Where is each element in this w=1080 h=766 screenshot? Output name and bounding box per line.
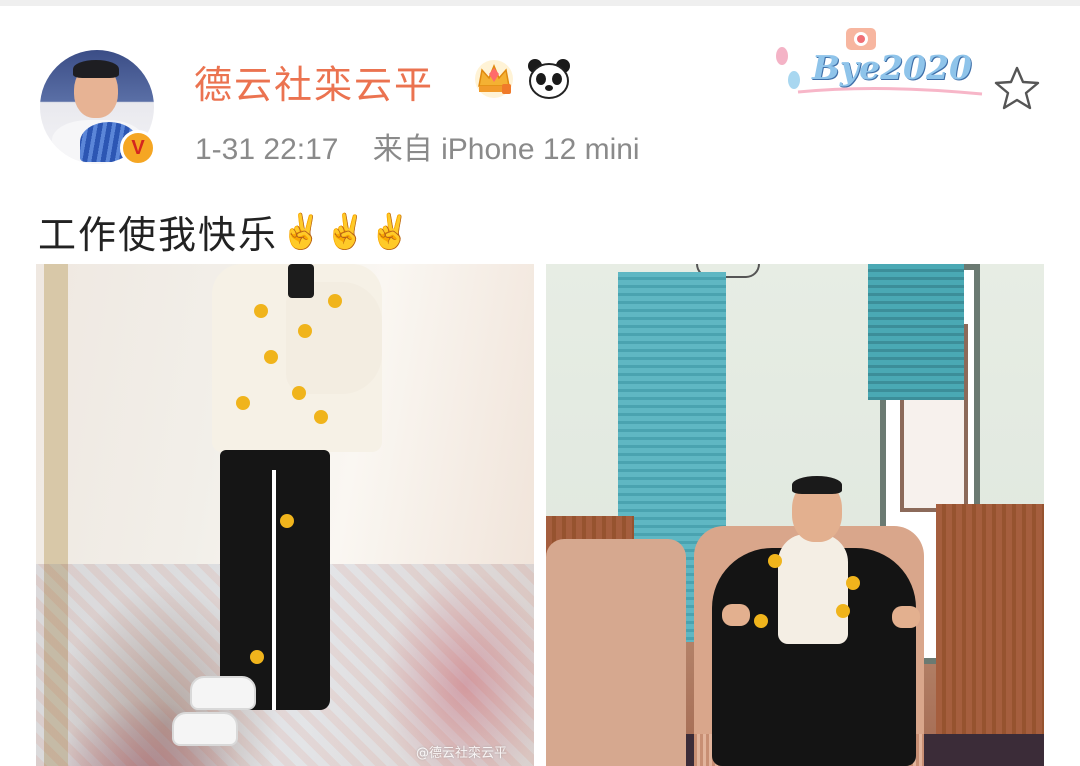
post-image-2[interactable] [546, 264, 1044, 766]
star-icon[interactable] [992, 64, 1042, 112]
phone-image [288, 264, 314, 298]
crown-icon [475, 60, 513, 98]
post-text-content: 工作使我快乐 [38, 213, 279, 257]
card-text: Bye2020 [812, 48, 972, 87]
post-time: 1-31 22:17 [195, 133, 339, 166]
image-watermark: @德云社栾云平 [416, 746, 508, 761]
verified-badge-icon: V [120, 130, 156, 166]
post-text: 工作使我快乐 ✌️✌️✌️ [38, 204, 413, 259]
weibo-post-card: V 德云社栾云平 1-31 22:17 来自 iPhone 12 mini By… [0, 0, 1080, 766]
armchair-left [546, 539, 686, 766]
username[interactable]: 德云社栾云平 [194, 54, 434, 109]
bye2020-card-decoration[interactable]: Bye2020 [768, 22, 990, 104]
post-source[interactable]: 来自 iPhone 12 mini [373, 133, 640, 166]
victory-emoji: ✌️✌️✌️ [280, 211, 414, 252]
avatar[interactable]: V [40, 50, 156, 166]
post-image-1[interactable]: @德云社栾云平 [36, 264, 534, 766]
post-meta: 1-31 22:17 来自 iPhone 12 mini [195, 124, 640, 168]
panda-icon [528, 59, 570, 99]
